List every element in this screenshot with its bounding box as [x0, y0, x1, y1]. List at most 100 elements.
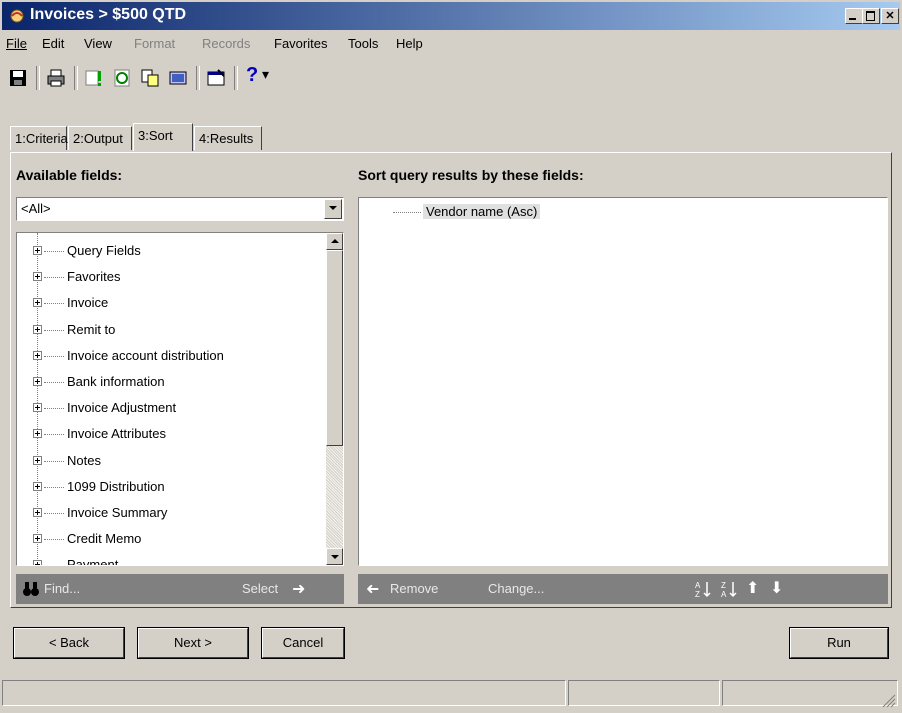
expand-icon[interactable]	[33, 560, 42, 565]
tree-connector	[44, 355, 64, 357]
svg-text:Z: Z	[721, 581, 726, 590]
tab-output[interactable]: 2:Output	[68, 126, 132, 150]
change-button[interactable]: Change...	[488, 581, 544, 596]
menu-edit[interactable]: Edit	[42, 36, 64, 51]
tree-scrollbar[interactable]	[326, 233, 343, 565]
tree-item[interactable]: Query Fields	[17, 241, 327, 263]
tree-item-label: Invoice Adjustment	[67, 400, 177, 416]
status-panel-2	[568, 680, 720, 706]
field-filter-dropdown[interactable]: <All>	[16, 197, 344, 221]
minimize-button[interactable]	[845, 8, 863, 24]
tree-connector	[44, 539, 64, 541]
expand-icon[interactable]	[33, 508, 42, 517]
menu-tools[interactable]: Tools	[348, 36, 378, 51]
tab-results-label: 4:Results	[199, 131, 254, 146]
tree-item-label: Favorites	[67, 269, 121, 285]
menu-help[interactable]: Help	[396, 36, 423, 51]
available-fields-heading: Available fields:	[16, 167, 123, 183]
close-button[interactable]: ✕	[881, 8, 899, 24]
help-icon[interactable]: ?	[246, 64, 258, 87]
arrow-right-icon: ➜	[292, 581, 306, 598]
expand-icon[interactable]	[33, 403, 42, 413]
tree-item-label: Payment	[67, 557, 119, 566]
sort-field-item[interactable]: Vendor name (Asc)	[423, 204, 541, 219]
cancel-button[interactable]: Cancel	[261, 627, 345, 659]
tree-item-label: Bank information	[67, 374, 165, 389]
tree-item[interactable]: Bank information	[17, 372, 327, 394]
expand-icon[interactable]	[33, 350, 42, 360]
tree-item[interactable]: Invoice Adjustment	[17, 398, 327, 420]
refresh-icon[interactable]	[112, 68, 132, 88]
remove-button[interactable]: Remove	[390, 581, 438, 596]
find-button[interactable]: Find...	[44, 581, 80, 596]
menu-favorites[interactable]: Favorites	[274, 36, 327, 51]
expand-icon[interactable]	[33, 324, 42, 334]
menu-format[interactable]: Format	[134, 36, 175, 51]
export-icon[interactable]	[168, 68, 188, 88]
sort-fields-list[interactable]: Vendor name (Asc)	[358, 197, 888, 566]
save-icon[interactable]	[8, 68, 28, 88]
scroll-down-button[interactable]	[326, 548, 343, 565]
run-button[interactable]: Run	[789, 627, 889, 659]
tab-criteria-label: 1:Criteria	[15, 131, 68, 146]
tree-item[interactable]: Credit Memo	[17, 529, 327, 551]
menu-bar: File Edit View Format Records Favorites …	[2, 32, 900, 56]
tree-item[interactable]: Invoice Summary	[17, 503, 327, 525]
move-up-icon[interactable]: ⬆	[746, 578, 759, 598]
expand-icon[interactable]	[33, 377, 42, 386]
window-title: Invoices > $500 QTD	[30, 6, 187, 23]
title-bar[interactable]: Invoices > $500 QTD ✕	[2, 2, 900, 30]
tab-sort-label: 3:Sort	[138, 128, 173, 143]
expand-icon[interactable]	[33, 455, 42, 465]
tree-item[interactable]: Invoice Attributes	[17, 424, 327, 446]
resize-grip-icon[interactable]	[880, 692, 896, 708]
expand-icon[interactable]	[33, 481, 42, 491]
arrow-left-icon: ➜	[366, 581, 380, 598]
tree-item[interactable]: Invoice	[17, 293, 327, 315]
scroll-thumb[interactable]	[326, 250, 343, 446]
expand-icon[interactable]	[33, 429, 42, 439]
tree-item[interactable]: Remit to	[17, 320, 327, 342]
next-button[interactable]: Next >	[137, 627, 249, 659]
menu-records[interactable]: Records	[202, 36, 250, 51]
tab-criteria[interactable]: 1:Criteria	[10, 126, 68, 150]
maximize-button[interactable]	[862, 8, 880, 24]
tab-sort[interactable]: 3:Sort	[133, 123, 193, 151]
tab-results[interactable]: 4:Results	[194, 126, 262, 150]
tree-item[interactable]: 1099 Distribution	[17, 477, 327, 499]
svg-text:A: A	[695, 581, 701, 590]
dropdown-arrow-button[interactable]	[324, 199, 342, 219]
menu-view[interactable]: View	[84, 36, 112, 51]
tree-item[interactable]: Favorites	[17, 267, 327, 289]
scroll-up-button[interactable]	[326, 233, 343, 250]
move-down-icon[interactable]: ⬇	[770, 578, 783, 598]
tree-item[interactable]: Payment	[17, 555, 327, 566]
tree-connector	[393, 212, 421, 213]
menu-file[interactable]: File	[6, 36, 27, 51]
expand-icon[interactable]	[33, 246, 42, 255]
tree-connector	[44, 460, 64, 462]
tree-item[interactable]: Notes	[17, 451, 327, 473]
help-dropdown-arrow-icon[interactable]: ▾	[262, 66, 269, 83]
sort-ascending-icon[interactable]: AZ	[694, 580, 712, 598]
tree-item[interactable]: Invoice account distribution	[17, 346, 327, 368]
arrow-up-icon	[331, 239, 339, 243]
tree-item-label: Invoice account distribution	[67, 347, 224, 363]
expand-icon[interactable]	[33, 298, 42, 308]
print-icon[interactable]	[46, 68, 66, 88]
available-fields-tree[interactable]: Query Fields Favorites Invoice Remit to Invo…	[16, 232, 344, 566]
expand-icon[interactable]	[33, 534, 42, 544]
expand-icon[interactable]	[33, 272, 42, 282]
toolbar-separator	[196, 66, 200, 90]
app-icon	[10, 9, 24, 23]
properties-icon[interactable]	[206, 68, 226, 88]
copy-icon[interactable]	[140, 68, 160, 88]
tree-item-label: Invoice Attributes	[67, 426, 166, 442]
select-button[interactable]: Select	[242, 581, 278, 596]
run-query-icon[interactable]	[84, 68, 104, 88]
tab-output-label: 2:Output	[73, 131, 123, 146]
sort-descending-icon[interactable]: ZA	[720, 580, 738, 598]
back-button[interactable]: < Back	[13, 627, 125, 659]
tree-connector	[44, 513, 64, 514]
tree-item-label: Notes	[67, 452, 101, 468]
